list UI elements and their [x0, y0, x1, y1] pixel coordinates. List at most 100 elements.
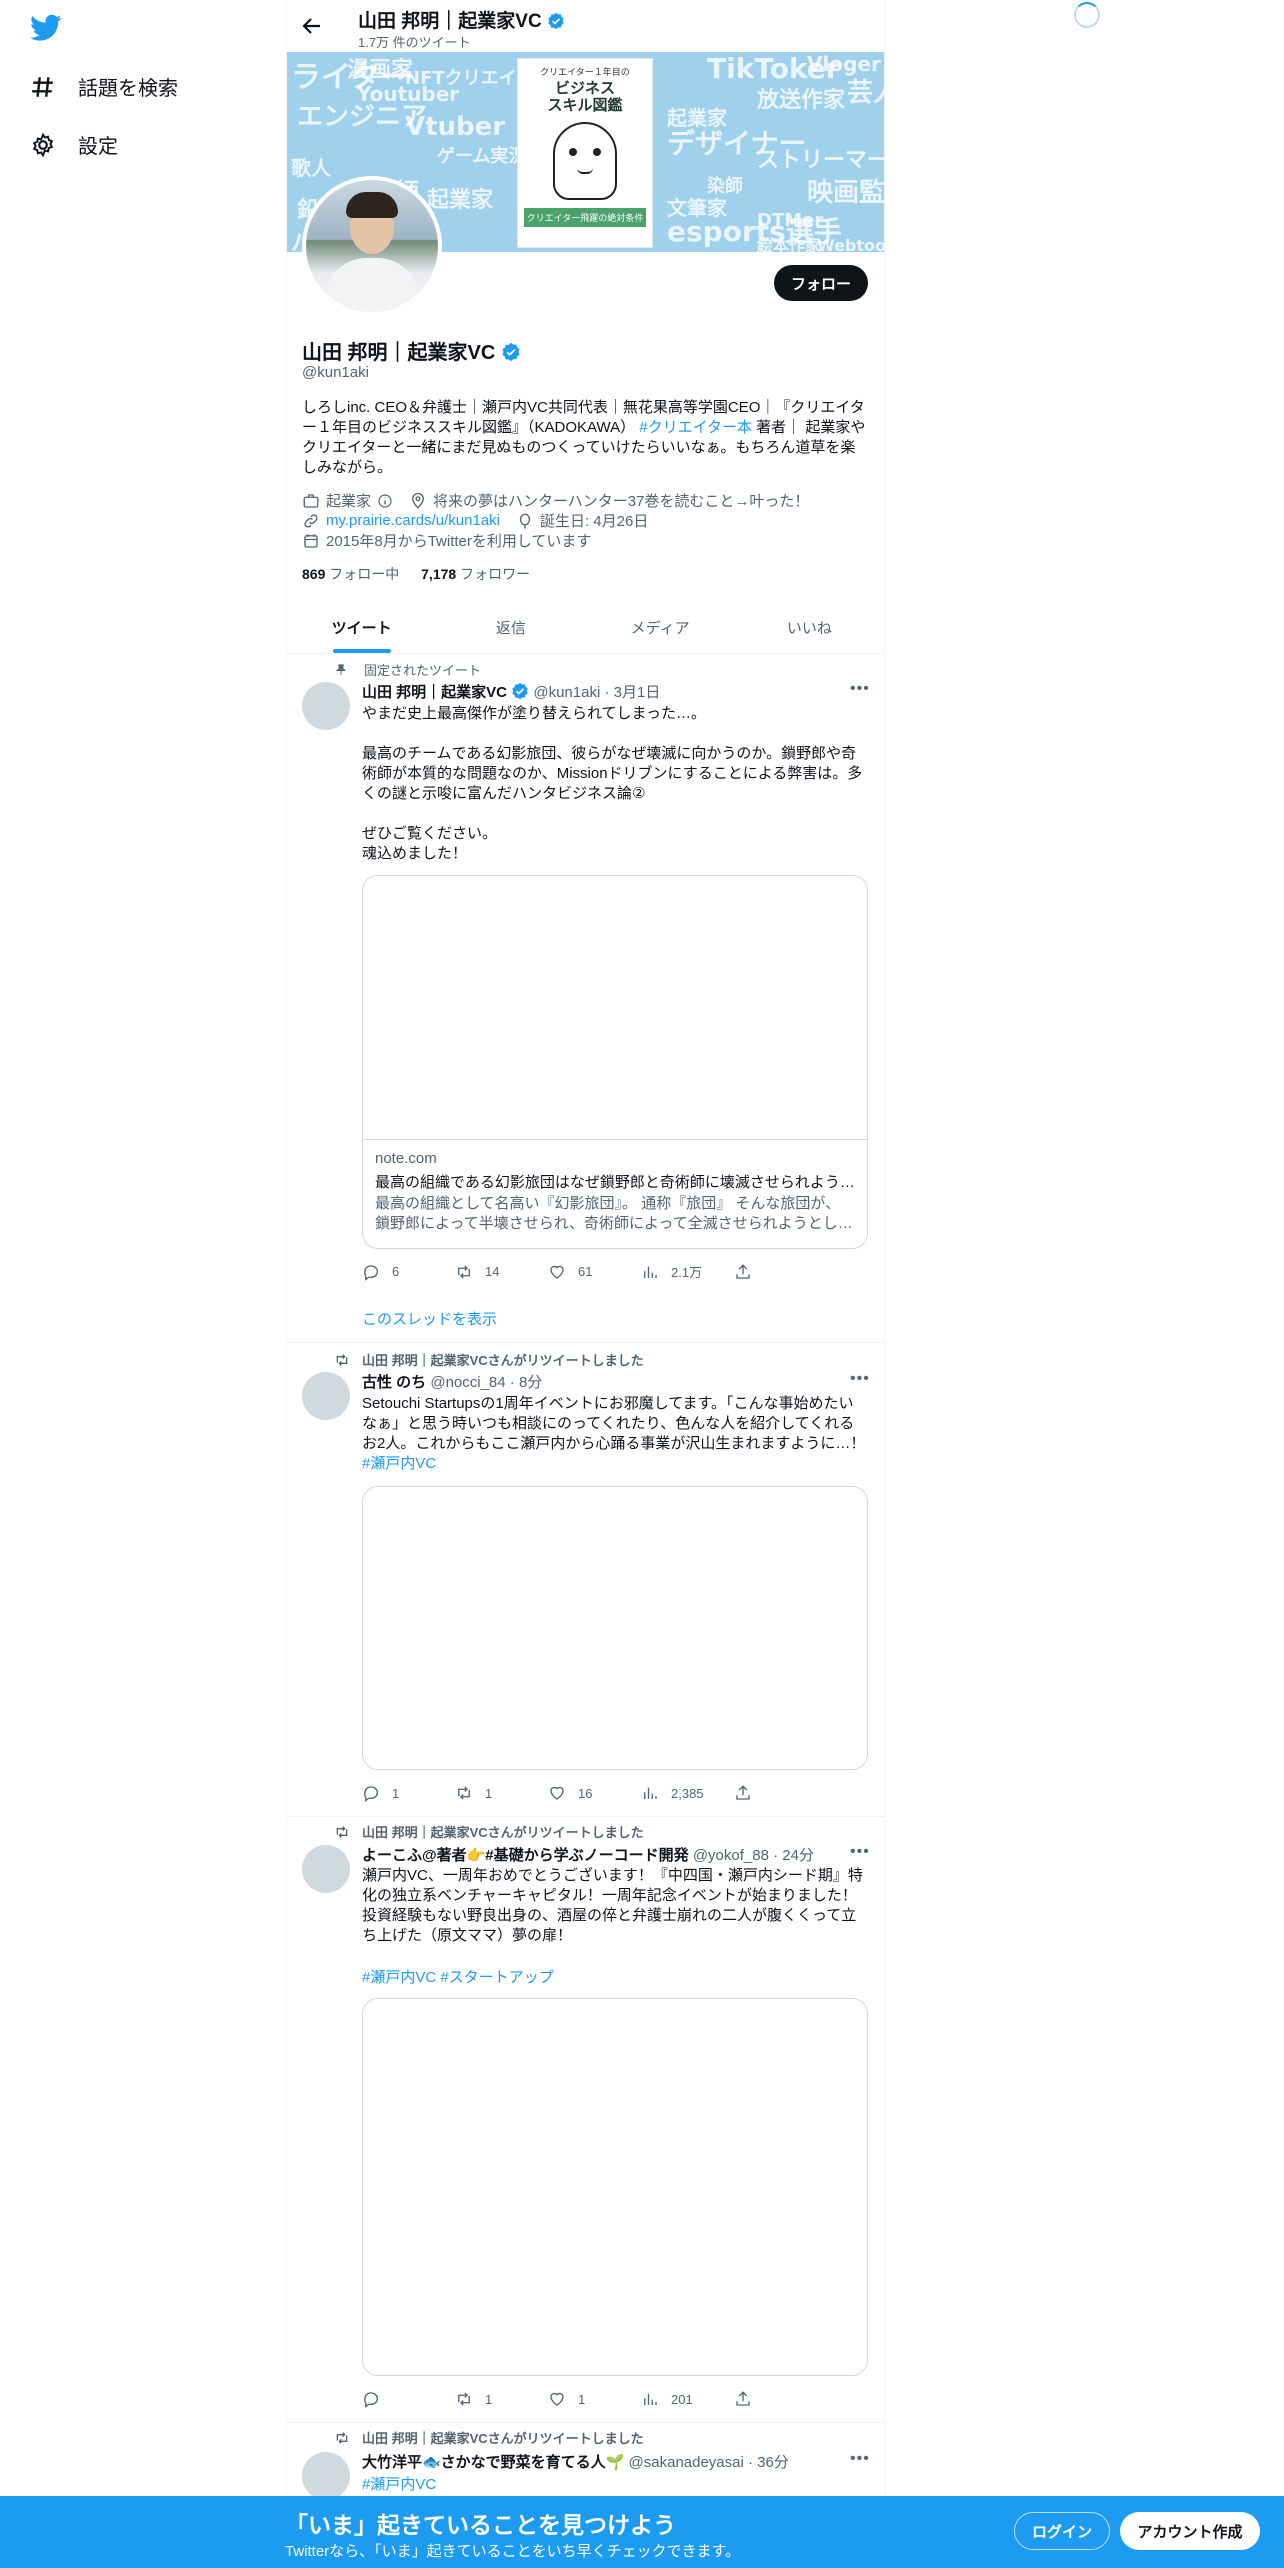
reply-button[interactable]: 6 — [362, 1262, 455, 1281]
heart-icon — [550, 2392, 564, 2406]
header-name: 山田 邦明｜起業家VC — [358, 11, 542, 32]
profile-url-link[interactable]: my.prairie.cards/u/kun1aki — [326, 512, 500, 529]
location-pin-icon — [412, 492, 424, 509]
login-button[interactable]: ログイン — [1014, 2512, 1110, 2550]
link-icon — [304, 513, 318, 528]
media-card[interactable] — [362, 1998, 868, 2376]
retweet-context-label[interactable]: 山田 邦明｜起業家VCさんがリツイートしました — [362, 1350, 644, 1369]
back-arrow-icon[interactable] — [300, 12, 324, 45]
share-button[interactable] — [734, 1784, 827, 1802]
share-icon — [736, 1785, 750, 1800]
retweet-button[interactable]: 1 — [455, 2390, 548, 2408]
banner-word: 染師 — [707, 176, 743, 197]
tweet-time[interactable]: · 8分 — [510, 1374, 543, 1391]
views-button[interactable]: 201 — [641, 2390, 734, 2408]
show-thread-link[interactable]: このスレッドを表示 — [362, 1308, 497, 1329]
tweet-author-name[interactable]: 古性 のち — [362, 1374, 426, 1391]
tab-tweets[interactable]: ツイート — [287, 602, 436, 653]
tweet-handle[interactable]: @nocci_84 — [430, 1374, 505, 1391]
tab-replies[interactable]: 返信 — [436, 602, 585, 653]
reply-button[interactable]: 1 — [362, 1784, 455, 1802]
share-button[interactable] — [734, 2390, 827, 2408]
more-options-icon[interactable]: ••• — [850, 1370, 870, 1388]
retweet-count: 1 — [485, 2391, 493, 2407]
tweet-time[interactable]: · 24分 — [773, 1847, 814, 1864]
nav-settings[interactable]: 設定 — [30, 130, 118, 159]
retweet-icon — [336, 1825, 348, 1838]
calendar-icon — [304, 533, 318, 548]
banner-word: DTMer — [757, 210, 824, 231]
profile-follow-stats: 869 フォロー中 7,178 フォロワー — [302, 564, 530, 584]
like-button[interactable]: 61 — [548, 1262, 641, 1281]
retweet-context-label[interactable]: 山田 邦明｜起業家VCさんがリツイートしました — [362, 2428, 644, 2447]
signup-button[interactable]: アカウント作成 — [1120, 2512, 1260, 2550]
banner-word: ストリーマー — [757, 148, 884, 173]
share-button[interactable] — [734, 1262, 827, 1281]
more-options-icon[interactable]: ••• — [850, 680, 870, 698]
retweet-icon — [336, 1353, 348, 1366]
tab-likes[interactable]: いいね — [735, 602, 884, 653]
followers-link[interactable]: 7,178 フォロワー — [421, 566, 530, 582]
nav-settings-label: 設定 — [78, 136, 118, 158]
retweet-context: 山田 邦明｜起業家VCさんがリツイートしました — [334, 1350, 644, 1369]
tweet-time[interactable]: · 3月1日 — [604, 684, 660, 701]
card-domain: note.com — [375, 1150, 437, 1167]
more-options-icon[interactable]: ••• — [850, 2450, 870, 2468]
profile-avatar[interactable] — [302, 176, 442, 316]
media-card[interactable] — [362, 1486, 868, 1770]
tweet-divider — [287, 1816, 884, 1817]
retweet-icon — [336, 2431, 348, 2444]
banner-word: 放送作家 — [757, 88, 846, 113]
info-icon[interactable] — [377, 493, 393, 509]
bottom-bar-title: 「いま」起きていることを見つけよう — [285, 2512, 676, 2538]
bio-hashtag-link[interactable]: #クリエイター本 — [639, 419, 752, 436]
hashtag-link[interactable]: #瀬戸内VC — [362, 2473, 436, 2494]
retweet-context: 山田 邦明｜起業家VCさんがリツイートしました — [334, 1822, 644, 1841]
tweet-avatar[interactable] — [302, 2452, 350, 2500]
tab-media-label: メディア — [630, 620, 690, 637]
retweet-button[interactable]: 1 — [455, 1784, 548, 1802]
like-button[interactable]: 1 — [548, 2390, 641, 2408]
tweet-author-name[interactable]: 山田 邦明｜起業家VC — [362, 684, 507, 701]
tweet-avatar[interactable] — [302, 1372, 350, 1420]
share-icon — [736, 2391, 750, 2406]
like-button[interactable]: 16 — [548, 1784, 641, 1802]
follow-button[interactable]: フォロー — [774, 265, 868, 301]
tweet-handle[interactable]: @yokof_88 — [693, 1847, 769, 1864]
tweet-time[interactable]: · 36分 — [748, 2454, 789, 2471]
tweet-avatar[interactable] — [302, 682, 350, 730]
loading-spinner-icon — [1074, 2, 1100, 28]
tab-media[interactable]: メディア — [586, 602, 735, 653]
twitter-logo-icon[interactable] — [30, 14, 62, 47]
retweet-button[interactable]: 14 — [455, 1262, 548, 1281]
verified-badge-icon — [512, 682, 528, 700]
tweet-avatar[interactable] — [302, 1845, 350, 1893]
reply-icon — [364, 1264, 379, 1281]
followers-label: フォロワー — [460, 566, 531, 582]
tweet-handle[interactable]: @kun1aki — [533, 684, 600, 701]
more-options-icon[interactable]: ••• — [850, 1843, 870, 1861]
banner-word: 映画監督 — [807, 178, 884, 208]
heart-icon — [550, 1265, 564, 1279]
reply-count: 1 — [392, 1785, 400, 1801]
pin-icon — [335, 663, 347, 675]
tweet-author-name[interactable]: 大竹洋平🐟さかなで野菜を育てる人🌱 — [362, 2454, 624, 2471]
tweet-author-name[interactable]: よーこふ@著者👉#基礎から学ぶノーコード開発 — [362, 1847, 689, 1864]
reply-count: 6 — [392, 1264, 400, 1279]
reply-button[interactable] — [362, 2390, 455, 2408]
retweet-context-label[interactable]: 山田 邦明｜起業家VCさんがリツイートしました — [362, 1822, 644, 1841]
tab-tweets-label: ツイート — [331, 620, 392, 637]
hashtag-link[interactable]: #瀬戸内VC — [362, 1455, 436, 1472]
bottom-signup-bar: 「いま」起きていることを見つけよう Twitterなら、「いま」起きていることを… — [0, 2496, 1284, 2568]
retweet-icon — [458, 1786, 470, 1800]
book-character-illustration — [553, 122, 617, 200]
link-preview-card[interactable]: note.com 最高の組織である幻影旅団はなぜ鎖野郎と奇術師に壊滅させられよう… — [362, 875, 868, 1249]
banner-word: 芸人 — [847, 78, 884, 108]
like-count: 61 — [578, 1264, 593, 1279]
following-link[interactable]: 869 フォロー中 — [302, 566, 399, 582]
views-button[interactable]: 2.1万 — [641, 1262, 734, 1281]
tweet-handle[interactable]: @sakanadeyasai — [629, 2454, 744, 2471]
views-button[interactable]: 2,385 — [641, 1784, 734, 1802]
hashtag-link[interactable]: #瀬戸内VC #スタートアップ — [362, 1966, 554, 1987]
nav-explore[interactable]: 話題を検索 — [30, 72, 178, 101]
